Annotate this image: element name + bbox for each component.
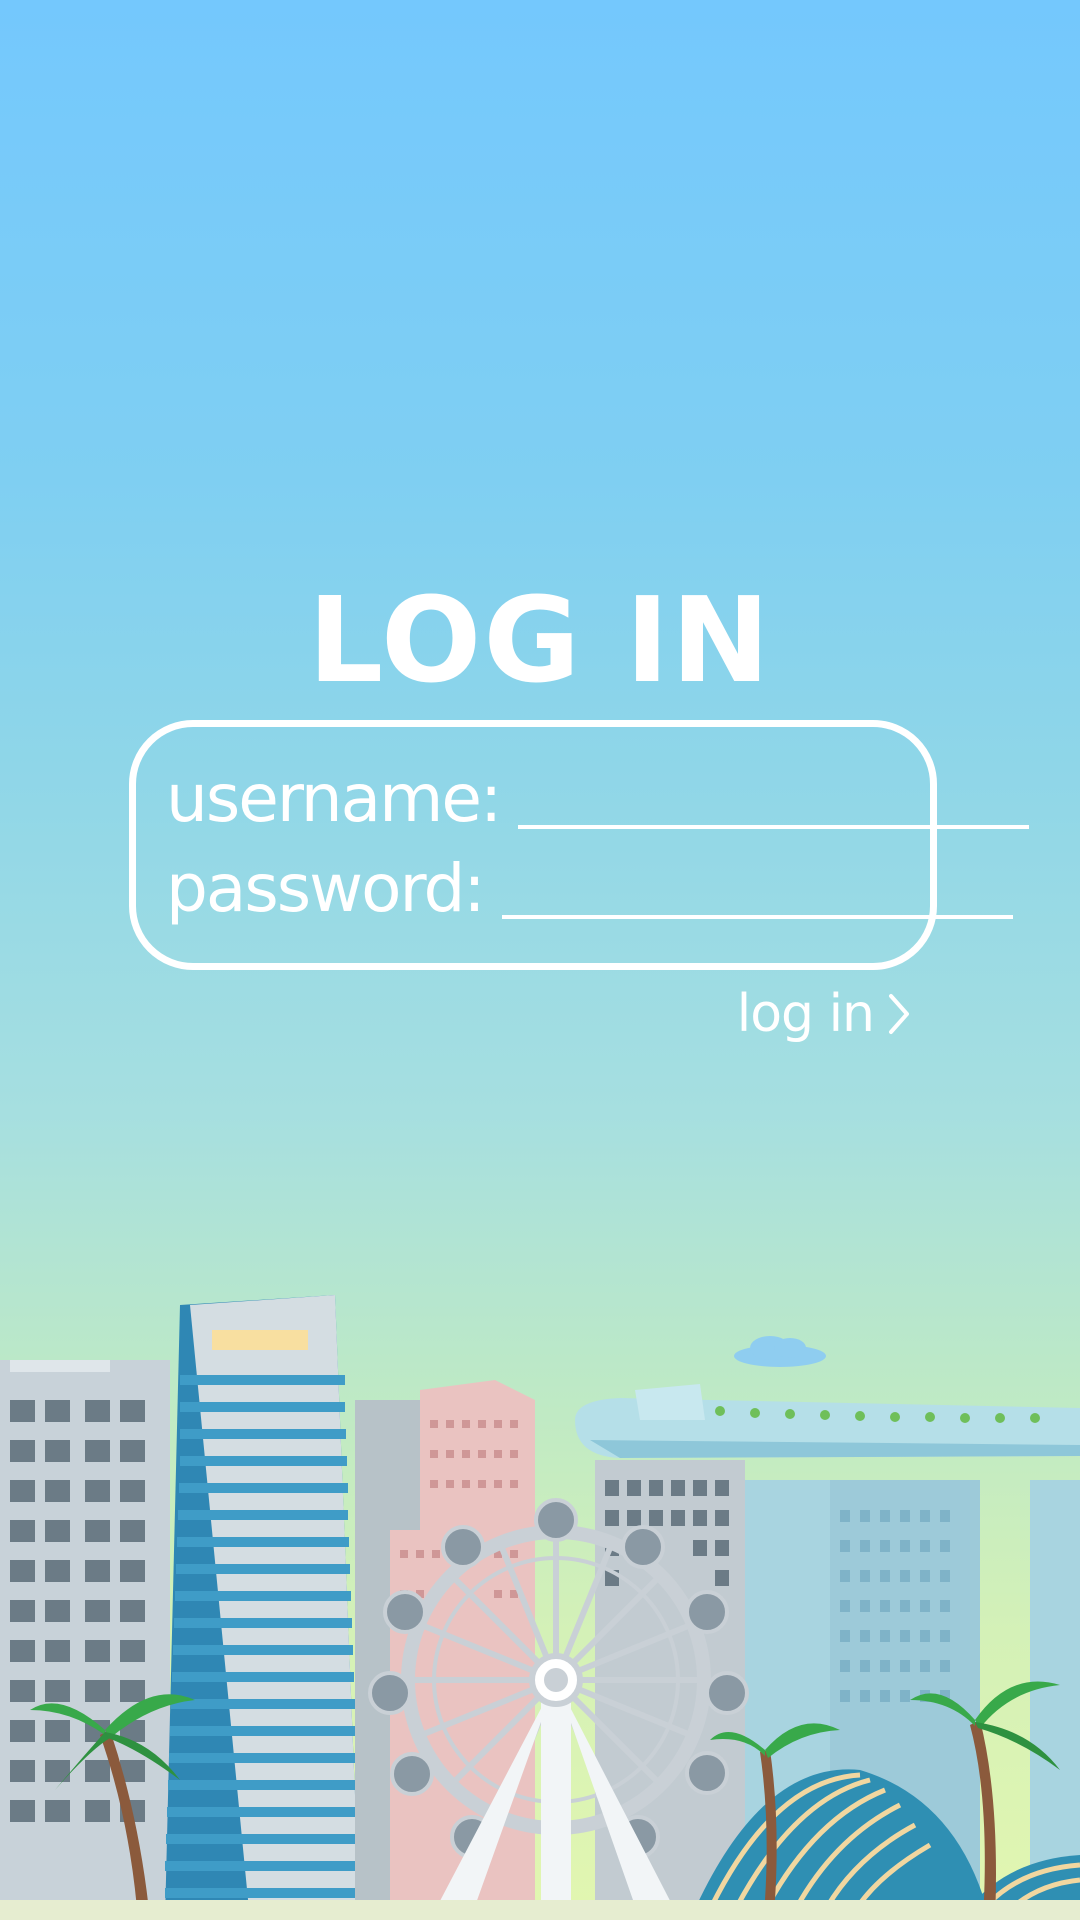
login-button-label: log in — [736, 984, 875, 1044]
username-row: username: — [166, 749, 1030, 839]
chevron-right-icon — [889, 994, 909, 1034]
login-form: username: password: — [129, 720, 1030, 970]
pink-building — [355, 1380, 535, 1920]
left-tower — [0, 1360, 170, 1920]
city-skyline-illustration — [0, 1295, 1080, 1920]
cloud — [734, 1336, 826, 1367]
page-title: LOG IN — [308, 571, 772, 709]
password-input[interactable] — [501, 865, 1013, 919]
username-input[interactable] — [518, 775, 1030, 829]
login-button[interactable]: log in — [737, 982, 910, 1046]
ground — [0, 1900, 1080, 1920]
blue-skyscraper — [165, 1295, 361, 1920]
username-label: username: — [166, 760, 502, 837]
password-row: password: — [166, 839, 1013, 929]
password-label: password: — [166, 850, 486, 927]
